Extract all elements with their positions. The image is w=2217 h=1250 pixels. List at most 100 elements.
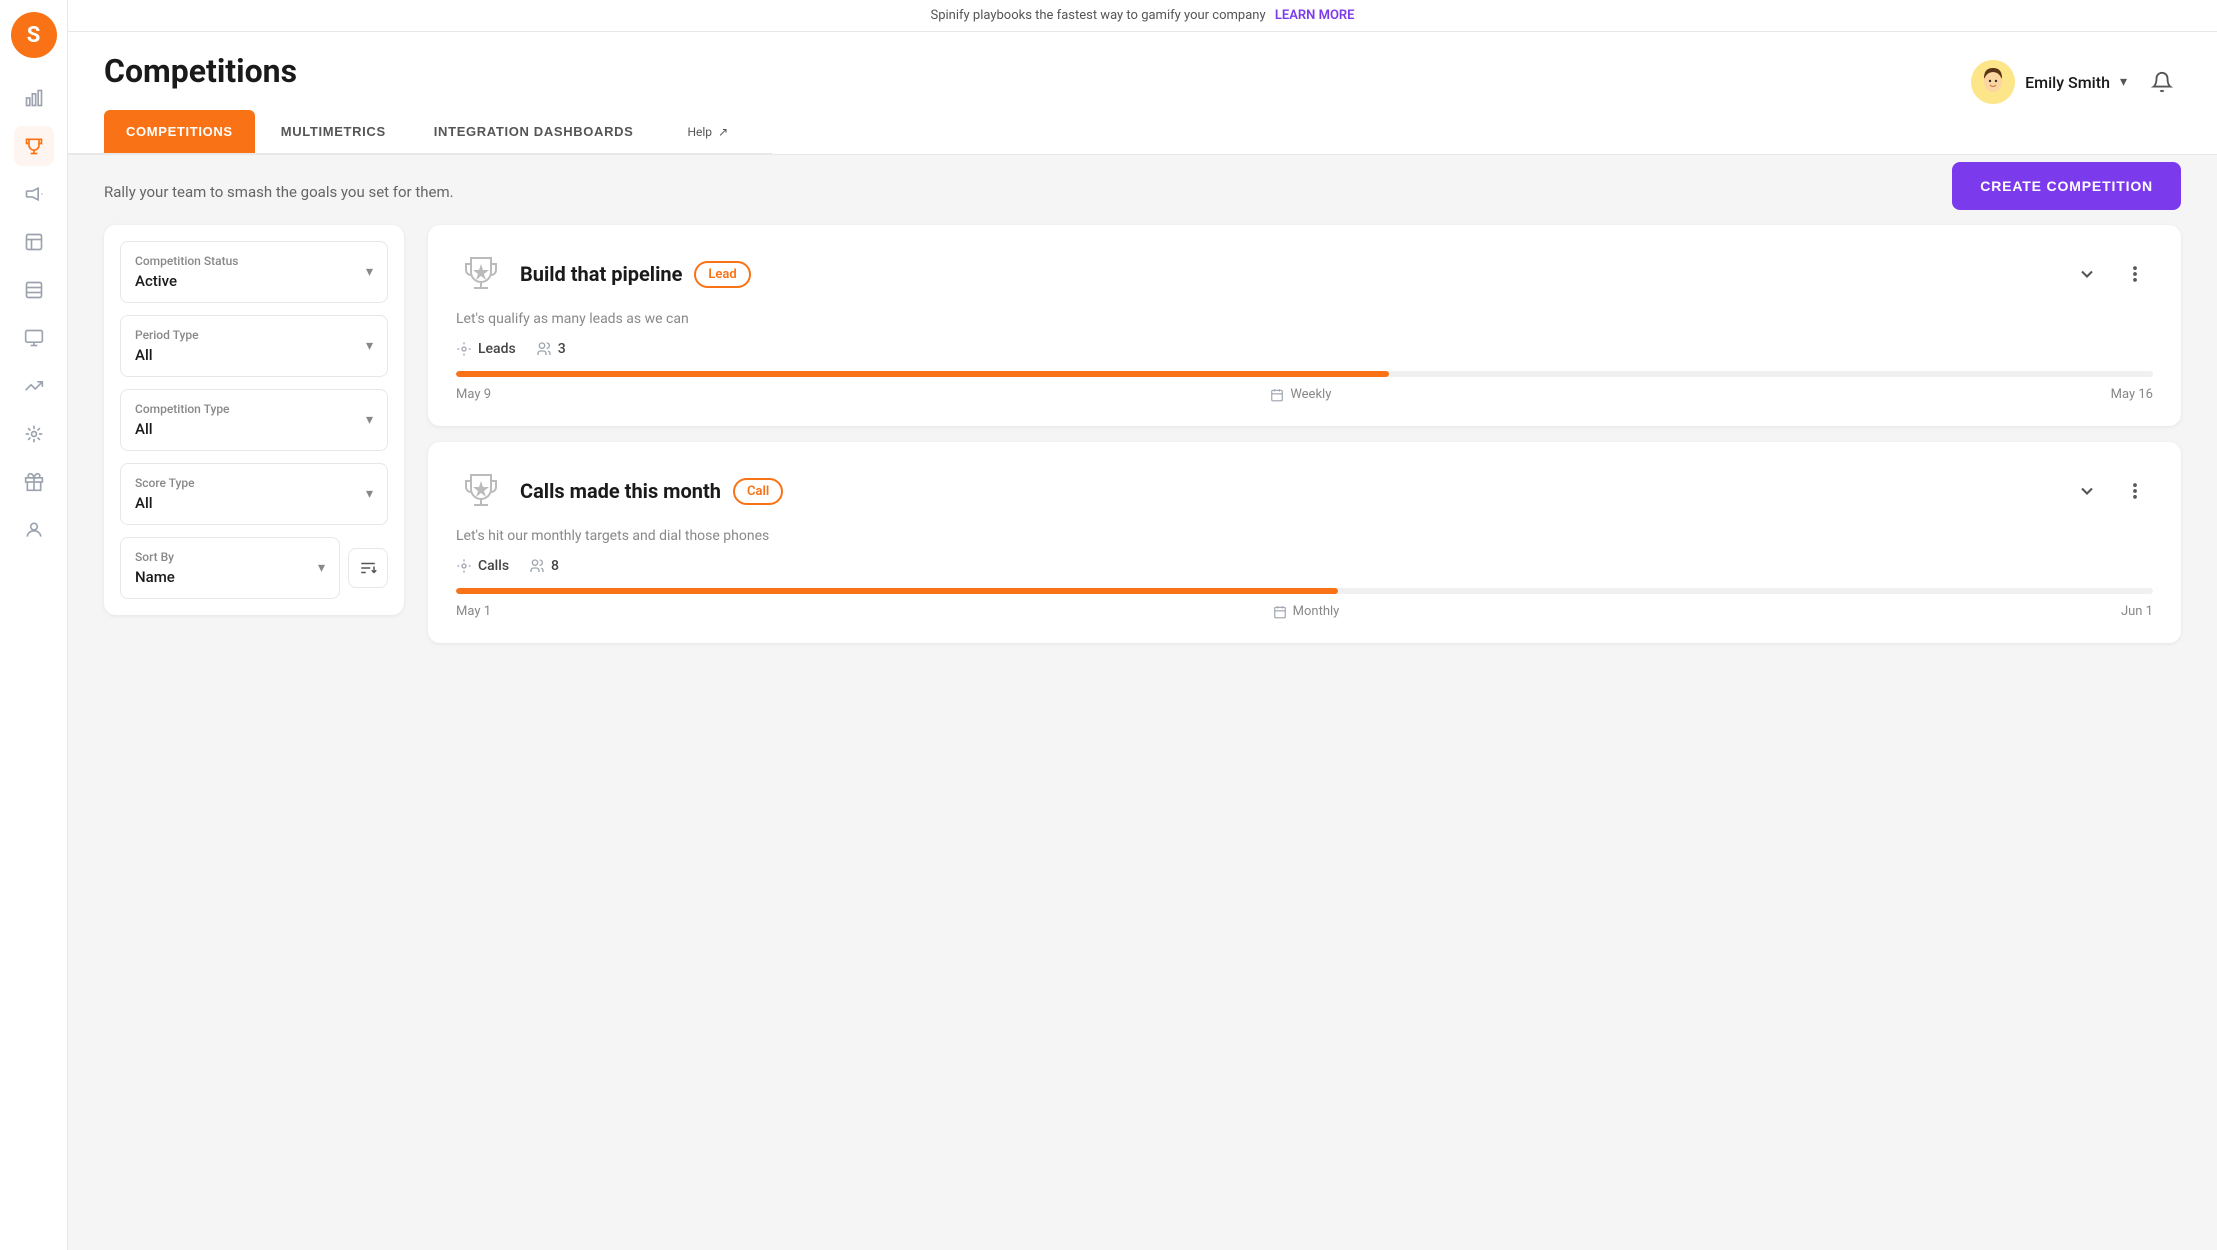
card-2-badge: Call	[733, 478, 783, 505]
filter-period-type[interactable]: Period Type All ▾	[120, 315, 388, 377]
card-1-footer: May 9 Weekly May 16	[456, 387, 2153, 402]
filter-competition-status-content: Competition Status Active	[135, 254, 238, 290]
content-area: Rally your team to smash the goals you s…	[68, 155, 2217, 1250]
sidebar-item-sparkle[interactable]	[14, 414, 54, 454]
card-1-actions	[2069, 256, 2153, 292]
filter-score-type-label: Score Type	[135, 476, 195, 490]
card-2-participants: 8	[529, 558, 559, 574]
card-1-start-date: May 9	[456, 387, 491, 402]
sidebar-item-report[interactable]	[14, 222, 54, 262]
main-content: Spinify playbooks the fastest way to gam…	[68, 0, 2217, 1250]
card-1-description: Let's qualify as many leads as we can	[456, 311, 2153, 327]
filter-competition-status-value: Active	[135, 272, 238, 290]
card-2-period: Monthly	[1273, 604, 1340, 619]
tabs-bar: COMPETITIONS MULTIMETRICS INTEGRATION DA…	[68, 110, 772, 154]
card-2-title-area: Calls made this month Call	[520, 478, 2055, 505]
sidebar-item-megaphone[interactable]	[14, 174, 54, 214]
card-2-title: Calls made this month	[520, 479, 721, 503]
card-2-expand-button[interactable]	[2069, 473, 2105, 509]
card-1-progress-fill	[456, 371, 1389, 377]
competition-card-2: Calls made this month Call Let's	[428, 442, 2181, 643]
card-1-metric-label: Leads	[478, 341, 516, 357]
card-2-progress-bar	[456, 588, 2153, 594]
sidebar: S	[0, 0, 68, 1250]
top-banner: Spinify playbooks the fastest way to gam…	[68, 0, 2217, 32]
tagline: Rally your team to smash the goals you s…	[104, 183, 2181, 201]
user-name: Emily Smith	[2025, 73, 2110, 92]
avatar	[1971, 60, 2015, 104]
filter-competition-type[interactable]: Competition Type All ▾	[120, 389, 388, 451]
competition-status-arrow-icon: ▾	[366, 264, 373, 280]
card-1-expand-button[interactable]	[2069, 256, 2105, 292]
sort-row: Sort By Name ▾	[120, 537, 388, 599]
sort-by-arrow-icon: ▾	[318, 560, 325, 576]
sidebar-item-trophy[interactable]	[14, 126, 54, 166]
banner-text: Spinify playbooks the fastest way to gam…	[930, 8, 1265, 23]
help-text: Help	[687, 125, 712, 139]
card-1-title-area: Build that pipeline Lead	[520, 261, 2055, 288]
card-1-end-date: May 16	[2111, 387, 2153, 402]
filter-period-type-value: All	[135, 346, 199, 364]
card-2-participants-count: 8	[551, 558, 559, 574]
help-external-icon: ↗	[718, 125, 728, 139]
card-1-header: Build that pipeline Lead	[456, 249, 2153, 299]
notification-bell[interactable]	[2143, 63, 2181, 101]
card-2-progress-fill	[456, 588, 1338, 594]
card-2-start-date: May 1	[456, 604, 491, 619]
score-type-arrow-icon: ▾	[366, 486, 373, 502]
period-type-arrow-icon: ▾	[366, 338, 373, 354]
help-link[interactable]: Help ↗	[679, 113, 736, 151]
card-1-participants: 3	[536, 341, 566, 357]
user-dropdown-icon: ▾	[2120, 74, 2127, 90]
filter-sort-by-value: Name	[135, 568, 175, 586]
card-2-actions	[2069, 473, 2153, 509]
trophy-icon-2	[456, 466, 506, 516]
banner-link[interactable]: LEARN MORE	[1275, 8, 1355, 23]
filter-sort-by[interactable]: Sort By Name ▾	[120, 537, 340, 599]
card-1-progress-bar	[456, 371, 2153, 377]
card-2-header: Calls made this month Call	[456, 466, 2153, 516]
filter-sort-by-label: Sort By	[135, 550, 175, 564]
card-1-badge: Lead	[694, 261, 750, 288]
header-right: Emily Smith ▾ CREATE COMPETITION	[1971, 52, 2181, 104]
filter-competition-status-label: Competition Status	[135, 254, 238, 268]
sidebar-item-list[interactable]	[14, 270, 54, 310]
card-1-metric: Leads	[456, 341, 516, 357]
card-1-meta: Leads 3	[456, 341, 2153, 357]
card-1-title: Build that pipeline	[520, 262, 682, 286]
sidebar-item-user[interactable]	[14, 510, 54, 550]
filter-competition-type-value: All	[135, 420, 230, 438]
user-info[interactable]: Emily Smith ▾	[1971, 60, 2127, 104]
card-2-more-button[interactable]	[2117, 473, 2153, 509]
card-2-footer: May 1 Monthly Jun 1	[456, 604, 2153, 619]
tab-competitions[interactable]: COMPETITIONS	[104, 110, 255, 153]
sidebar-item-trending[interactable]	[14, 366, 54, 406]
filter-score-type[interactable]: Score Type All ▾	[120, 463, 388, 525]
card-1-period-label: Weekly	[1290, 387, 1331, 402]
card-2-description: Let's hit our monthly targets and dial t…	[456, 528, 2153, 544]
card-1-participants-count: 3	[558, 341, 566, 357]
sidebar-item-monitor[interactable]	[14, 318, 54, 358]
card-2-metric-label: Calls	[478, 558, 509, 574]
page-header: Competitions COMPETITIONS MULTIMETRICS I…	[68, 32, 2217, 155]
sidebar-logo[interactable]: S	[11, 12, 57, 58]
card-1-more-button[interactable]	[2117, 256, 2153, 292]
filter-panel: Competition Status Active ▾ Period Type …	[104, 225, 404, 615]
page-title: Competitions	[104, 52, 772, 110]
card-2-end-date: Jun 1	[2121, 604, 2153, 619]
card-2-period-label: Monthly	[1293, 604, 1340, 619]
sidebar-item-gift[interactable]	[14, 462, 54, 502]
sort-direction-button[interactable]	[348, 548, 388, 588]
tab-integration-dashboards[interactable]: INTEGRATION DASHBOARDS	[412, 110, 656, 153]
tab-multimetrics[interactable]: MULTIMETRICS	[259, 110, 408, 153]
trophy-icon-1	[456, 249, 506, 299]
sidebar-item-chart[interactable]	[14, 78, 54, 118]
filter-competition-type-label: Competition Type	[135, 402, 230, 416]
create-competition-button[interactable]: CREATE COMPETITION	[1952, 162, 2181, 210]
filter-score-type-value: All	[135, 494, 195, 512]
card-1-period: Weekly	[1270, 387, 1331, 402]
filter-period-type-label: Period Type	[135, 328, 199, 342]
card-2-metric: Calls	[456, 558, 509, 574]
filter-competition-status[interactable]: Competition Status Active ▾	[120, 241, 388, 303]
competitions-list: Build that pipeline Lead Let's q	[428, 225, 2181, 643]
